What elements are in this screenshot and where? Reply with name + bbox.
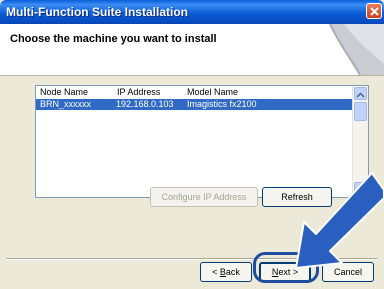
installer-window: Multi-Function Suite Installation Choose…: [0, 0, 384, 289]
pointer-arrow-icon: [295, 172, 384, 269]
